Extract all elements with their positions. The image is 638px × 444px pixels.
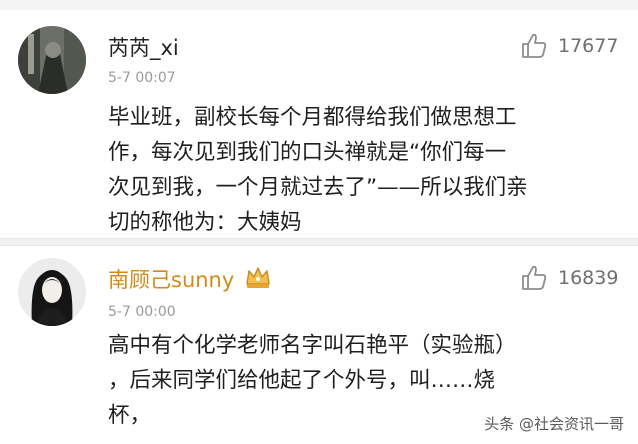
timestamp: 5-7 00:07 [108,70,176,86]
comment-line: 毕业班，副校长每个月都得给我们做思想工 [108,105,517,130]
thumbs-up-icon [520,32,548,60]
timestamp: 5-7 00:00 [108,304,176,320]
comment-text: 毕业班，副校长每个月都得给我们做思想工 作，每次见到我们的口头禅就是“你们每一 … [108,100,628,240]
top-strip [0,0,638,10]
comment-line: 次见到我，一个月就过去了”——所以我们亲 [108,175,528,200]
crown-badge-icon [244,264,272,290]
like-button[interactable]: 17677 [520,32,618,60]
comment-divider [0,238,638,246]
thumbs-up-icon [520,264,548,292]
comment-item: 芮芮_xi 5-7 00:07 17677 毕业班，副校长每个月都得给我们做思想… [0,10,638,238]
username[interactable]: 南顾己sunny [108,264,234,294]
username[interactable]: 芮芮_xi [108,32,179,62]
watermark: 头条 @社会资讯一哥 [484,415,624,433]
comment-line: 作，每次见到我们的口头禅就是“你们每一 [108,140,507,165]
comment-line: 高中有个化学老师名字叫石艳平（实验瓶） [108,333,517,358]
like-button[interactable]: 16839 [520,264,618,292]
avatar[interactable] [18,258,86,326]
comment-line: 切的称他为：大姨妈 [108,210,302,235]
comment-line: ，后来同学们给他起了个外号，叫……烧 [108,368,496,393]
avatar[interactable] [18,26,86,94]
like-count: 17677 [558,35,619,57]
like-count: 16839 [558,267,619,289]
